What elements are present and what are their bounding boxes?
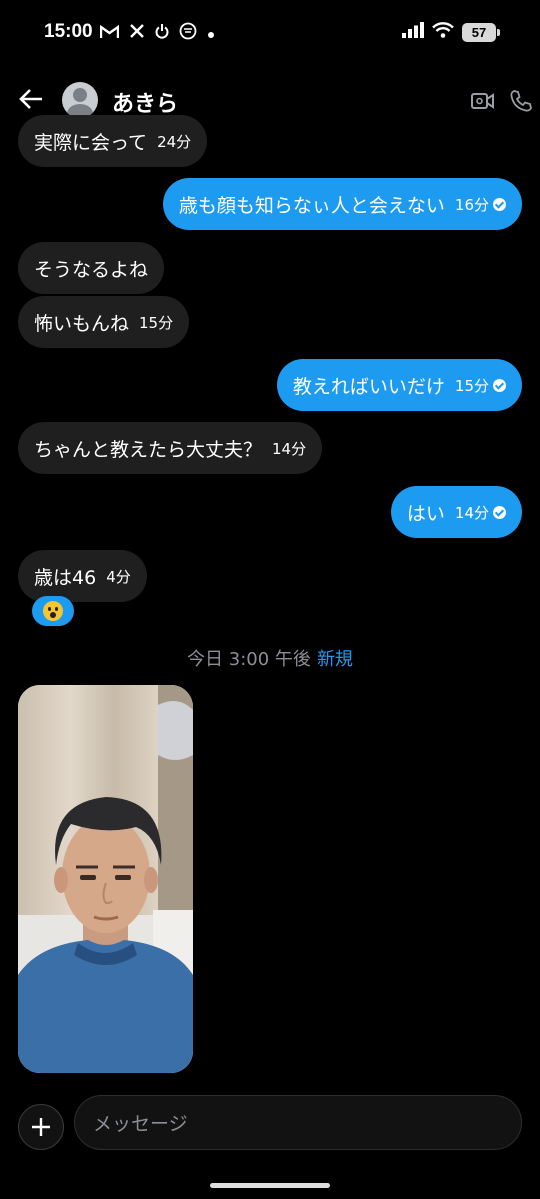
- x-icon: [129, 23, 145, 44]
- message-meta: 14分: [455, 502, 506, 523]
- selfie-photo: [18, 685, 193, 1073]
- dot-icon: [207, 24, 215, 44]
- message-input-placeholder: メッセージ: [93, 1113, 188, 1135]
- message-time: 14分: [454, 503, 489, 522]
- message-outgoing[interactable]: 歳も顔も知らなぃ人と会えない 16分: [162, 178, 522, 230]
- power-icon: [155, 23, 169, 44]
- astonished-face-icon: [43, 601, 63, 621]
- message-incoming[interactable]: ちゃんと教えたら大丈夫？ 14分: [18, 422, 323, 474]
- message-outgoing[interactable]: はい 14分: [390, 486, 522, 538]
- message-meta: 16分: [455, 194, 506, 215]
- message-outgoing[interactable]: 教えればいいだけ 15分: [276, 359, 522, 411]
- divider-date: 今日 3:00 午後: [187, 649, 311, 670]
- reaction-badge[interactable]: [32, 596, 74, 626]
- status-left-icons: [99, 22, 215, 45]
- message-time: 24分: [157, 132, 192, 151]
- message-text: 歳も顔も知らなぃ人と会えない: [178, 194, 445, 217]
- status-bar: 15:00 57: [0, 0, 540, 66]
- read-check-icon: [493, 197, 506, 211]
- home-indicator[interactable]: [210, 1183, 330, 1188]
- message-text: 実際に会って: [34, 131, 148, 154]
- message-text: 教えればいいだけ: [292, 375, 445, 398]
- new-label: 新規: [316, 649, 353, 670]
- message-time: 4分: [106, 567, 131, 586]
- message-text: はい: [406, 502, 445, 525]
- message-input[interactable]: メッセージ: [74, 1095, 522, 1150]
- read-check-icon: [493, 505, 506, 519]
- date-divider: 今日 3:00 午後 新規: [0, 645, 540, 671]
- wifi-icon: [432, 22, 454, 42]
- message-time: 15分: [139, 313, 174, 332]
- read-check-icon: [493, 378, 506, 392]
- message-time: 14分: [272, 439, 307, 458]
- phone-icon[interactable]: [508, 88, 534, 114]
- message-incoming[interactable]: そうなるよね: [18, 242, 165, 294]
- message-time: 16分: [454, 195, 489, 214]
- contact-name[interactable]: あきら: [112, 86, 178, 118]
- signal-icon: [402, 22, 424, 42]
- message-incoming[interactable]: 実際に会って 24分: [18, 115, 208, 167]
- plus-icon: [32, 1118, 50, 1136]
- message-text: 怖いもんね: [34, 312, 130, 335]
- photo-message[interactable]: [18, 685, 193, 1073]
- add-attachment-button[interactable]: [18, 1104, 64, 1150]
- message-incoming[interactable]: 歳は46 4分: [18, 550, 147, 602]
- gmail-icon: [99, 24, 120, 44]
- video-call-icon[interactable]: [470, 88, 496, 114]
- status-time: 15:00: [44, 21, 93, 42]
- message-text: そうなるよね: [34, 258, 149, 281]
- message-incoming[interactable]: 怖いもんね 15分: [18, 296, 190, 348]
- back-arrow-icon[interactable]: [18, 86, 48, 116]
- message-text: 歳は46: [34, 566, 97, 589]
- avatar[interactable]: [62, 82, 98, 118]
- battery-indicator: 57: [462, 22, 500, 42]
- message-text: ちゃんと教えたら大丈夫？: [34, 438, 263, 461]
- vpn-icon: [179, 22, 197, 45]
- message-meta: 15分: [455, 375, 506, 396]
- message-time: 15分: [454, 376, 489, 395]
- status-right-icons: 57: [402, 22, 500, 42]
